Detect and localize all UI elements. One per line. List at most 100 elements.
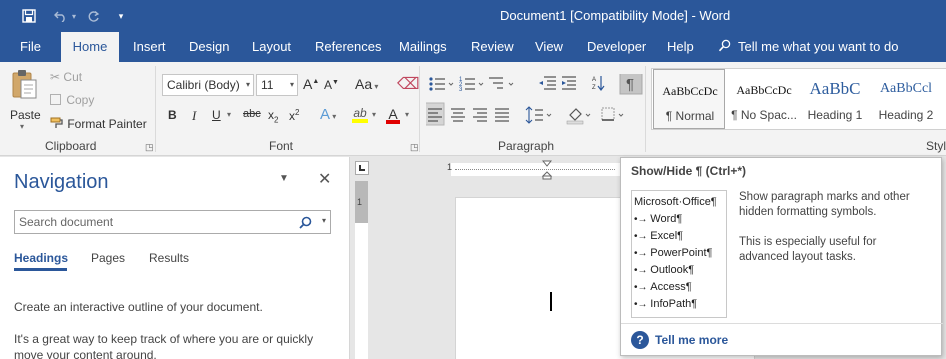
search-placeholder: Search document (19, 215, 114, 229)
tab-layout[interactable]: Layout (252, 32, 291, 62)
tab-review[interactable]: Review (471, 32, 514, 62)
cut-button[interactable]: ✂ Cut (50, 70, 82, 84)
style-sample: AaBbC (809, 79, 861, 98)
shrink-font-button[interactable]: A▼ (324, 78, 339, 92)
decrease-indent-icon[interactable] (539, 76, 556, 90)
tab-developer[interactable]: Developer (587, 32, 646, 62)
borders-icon[interactable] (601, 107, 624, 121)
multilevel-list-icon[interactable] (489, 77, 514, 89)
svg-text:A: A (592, 77, 596, 83)
text-effects-button[interactable]: A ▾ (320, 106, 336, 123)
tell-me-more-link[interactable]: Tell me more (655, 333, 728, 347)
help-icon: ? (631, 331, 649, 349)
tab-insert[interactable]: Insert (133, 32, 166, 62)
font-color-button[interactable]: A (386, 106, 400, 124)
format-painter-button[interactable]: Format Painter (50, 117, 147, 131)
font-color-dropdown-icon[interactable]: ▾ (405, 110, 409, 119)
tab-help[interactable]: Help (667, 32, 694, 62)
clipboard-launcher-icon[interactable]: ◳ (145, 142, 154, 153)
copy-label: Copy (66, 93, 95, 107)
italic-button[interactable]: I (192, 108, 196, 124)
tooltip-description: Show paragraph marks and other hidden fo… (739, 191, 910, 263)
navigation-pane: Navigation ▼ ✕ Search document ▾ Heading… (0, 157, 350, 359)
list-item: •→ Excel¶ (634, 230, 684, 242)
pane-options-icon[interactable]: ▼ (279, 173, 289, 184)
styles-group-label: Styl (926, 139, 946, 153)
font-size-dropdown-icon: ▾ (289, 80, 294, 89)
shading-icon[interactable] (566, 108, 591, 125)
tab-selector[interactable] (355, 161, 369, 175)
grow-font-button[interactable]: A▲ (303, 76, 319, 92)
highlight-button[interactable]: ab (352, 106, 368, 123)
strikethrough-button[interactable]: abc (243, 108, 261, 120)
sort-icon[interactable]: AZ (592, 76, 605, 91)
style-sample: AaBbCcDc (662, 84, 718, 98)
font-color-letter: A (388, 106, 398, 122)
tab-mailings[interactable]: Mailings (399, 32, 447, 62)
align-right-icon[interactable] (473, 108, 487, 122)
save-icon[interactable] (18, 6, 40, 26)
tab-file[interactable]: File (20, 32, 41, 62)
redo-icon[interactable] (82, 6, 104, 26)
numbering-icon[interactable]: 123 (459, 77, 484, 93)
font-launcher-icon[interactable]: ◳ (410, 142, 419, 153)
style-heading-1[interactable]: AaBbC Heading 1 (799, 69, 871, 129)
paragraph-group-label: Paragraph (498, 139, 555, 153)
style-no-spacing[interactable]: AaBbCcDc ¶ No Spac... (728, 69, 800, 129)
tooltip-example-list: Microsoft·Office¶ •→ Word¶ •→ Excel¶ •→ … (631, 190, 727, 318)
undo-dropdown-icon[interactable]: ▾ (68, 6, 80, 26)
style-normal[interactable]: AaBbCcDc ¶ Normal (653, 69, 725, 129)
search-icon[interactable] (299, 216, 312, 229)
customize-toolbar-icon[interactable]: ▾ (110, 6, 132, 26)
paintbrush-icon (50, 117, 63, 128)
styles-gallery: AaBbCcDc ¶ Normal AaBbCcDc ¶ No Spac... … (651, 68, 946, 130)
vertical-ruler[interactable]: 1 (355, 181, 368, 359)
tab-home[interactable]: Home (61, 32, 119, 62)
clear-formatting-icon[interactable]: ⌫ (397, 74, 420, 94)
underline-button[interactable]: U (212, 108, 221, 122)
horizontal-ruler[interactable]: 1 (447, 162, 621, 176)
style-heading-2[interactable]: AaBbCcl Heading 2 (870, 69, 942, 129)
scissors-icon: ✂ (50, 70, 61, 84)
tab-design[interactable]: Design (189, 32, 229, 62)
tab-references[interactable]: References (315, 32, 381, 62)
superscript-button[interactable]: x2 (289, 108, 299, 123)
nav-help-text: move your content around. (14, 348, 157, 359)
cut-label: Cut (63, 70, 83, 84)
ribbon-home: Paste ▾ ✂ Cut Copy Format Painter Clipbo… (0, 62, 946, 156)
font-name-combo[interactable]: Calibri (Body) ▾ (162, 74, 254, 96)
font-name-dropdown-icon: ▾ (245, 80, 250, 89)
copy-icon (50, 94, 61, 105)
svg-text:Z: Z (592, 85, 596, 91)
align-left-icon[interactable] (426, 102, 445, 126)
tell-me-text: Tell me what you want to do (738, 39, 899, 54)
font-size-combo[interactable]: 11 ▾ (256, 74, 298, 96)
paste-label: Paste (10, 108, 41, 122)
close-icon[interactable]: ✕ (318, 169, 331, 189)
tab-view[interactable]: View (535, 32, 563, 62)
style-name: ¶ No Spac... (731, 108, 797, 122)
svg-text:¶: ¶ (626, 76, 634, 93)
bold-button[interactable]: B (168, 108, 177, 122)
nav-tab-headings[interactable]: Headings (14, 251, 68, 265)
highlight-dropdown-icon[interactable]: ▾ (372, 110, 376, 119)
nav-tab-pages[interactable]: Pages (91, 251, 125, 265)
justify-icon[interactable] (495, 108, 509, 122)
search-options-dropdown-icon[interactable]: ▾ (322, 216, 326, 225)
tell-me-box[interactable]: Tell me what you want to do (718, 32, 898, 62)
increase-indent-icon[interactable] (562, 76, 576, 90)
subscript-button[interactable]: x2 (268, 108, 278, 124)
nav-tab-results[interactable]: Results (149, 251, 189, 265)
change-case-button[interactable]: Aa ▾ (355, 76, 378, 92)
copy-button[interactable]: Copy (50, 93, 94, 107)
underline-dropdown-icon[interactable]: ▾ (227, 110, 231, 119)
style-name: Heading 2 (878, 108, 934, 122)
style-sample: AaBbCcDc (736, 83, 792, 97)
indent-marker[interactable] (541, 160, 553, 180)
search-document-field[interactable]: Search document ▾ (14, 210, 331, 234)
align-center-icon[interactable] (451, 108, 465, 122)
paste-button[interactable]: Paste ▾ (6, 66, 44, 132)
pilcrow-icon[interactable]: ¶ (619, 74, 643, 95)
bullets-icon[interactable] (429, 77, 454, 91)
line-spacing-icon[interactable] (525, 106, 552, 124)
